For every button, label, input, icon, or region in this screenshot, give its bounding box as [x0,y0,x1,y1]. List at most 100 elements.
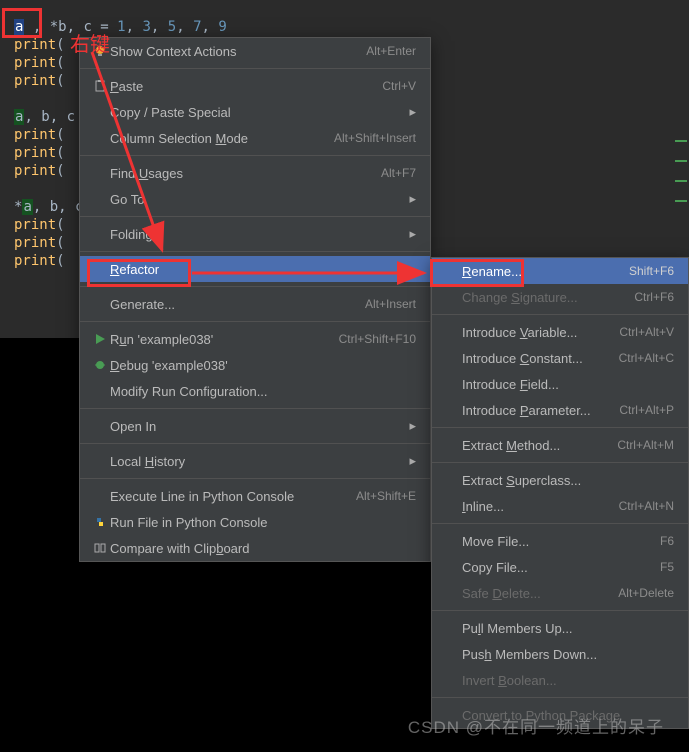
menu-shortcut: Alt+Shift+Insert [334,131,416,145]
refactor-menu-item: Invert Boolean... [432,667,688,693]
menu-separator [80,68,430,69]
menu-shortcut: Ctrl+V [382,79,416,93]
menu-shortcut: Ctrl+Alt+V [619,325,674,339]
menu-separator [432,697,688,698]
menu-shortcut: Shift+F6 [629,264,674,278]
context-menu-item[interactable]: Show Context ActionsAlt+Enter [80,38,430,64]
menu-item-label: Rename... [462,264,629,279]
menu-shortcut: Alt+Delete [618,586,674,600]
menu-item-label: Introduce Field... [462,377,674,392]
menu-shortcut: Alt+F7 [381,166,416,180]
menu-item-label: Extract Superclass... [462,473,674,488]
menu-separator [432,610,688,611]
context-menu-item[interactable]: Local History▸ [80,448,430,474]
py-icon [90,515,110,529]
diff-icon [90,541,110,555]
menu-shortcut: Ctrl+Alt+C [619,351,674,365]
watermark: CSDN @不在同一频道上的呆子 [408,713,664,738]
menu-item-label: Extract Method... [462,438,617,453]
context-menu-item[interactable]: Generate...Alt+Insert [80,291,430,317]
menu-separator [80,251,430,252]
refactor-menu-item[interactable]: Pull Members Up... [432,615,688,641]
menu-item-label: Introduce Constant... [462,351,619,366]
menu-item-label: Paste [110,79,382,94]
context-menu-item[interactable]: Open In▸ [80,413,430,439]
play-icon [90,332,110,346]
menu-item-label: Introduce Parameter... [462,403,619,418]
menu-item-label: Introduce Variable... [462,325,619,340]
refactor-menu-item[interactable]: Extract Superclass... [432,467,688,493]
menu-shortcut: F5 [660,560,674,574]
menu-shortcut: Ctrl+F6 [634,290,674,304]
chevron-right-icon: ▸ [402,453,416,469]
menu-separator [432,427,688,428]
menu-separator [80,408,430,409]
chevron-right-icon: ▸ [402,261,416,277]
menu-item-label: Open In [110,419,402,434]
menu-item-label: Inline... [462,499,619,514]
refactor-menu-item[interactable]: Rename...Shift+F6 [432,258,688,284]
menu-item-label: Run File in Python Console [110,515,416,530]
refactor-menu-item[interactable]: Inline...Ctrl+Alt+N [432,493,688,519]
gutter-markers [675,140,689,220]
menu-separator [432,314,688,315]
menu-shortcut: Alt+Shift+E [356,489,416,503]
refactor-menu-item[interactable]: Introduce Variable...Ctrl+Alt+V [432,319,688,345]
context-menu-item[interactable]: PasteCtrl+V [80,73,430,99]
refactor-submenu: Rename...Shift+F6Change Signature...Ctrl… [431,257,689,729]
menu-shortcut: Ctrl+Shift+F10 [339,332,416,346]
menu-item-label: Folding [110,227,402,242]
menu-item-label: Generate... [110,297,365,312]
annotation-label: 右键 [70,28,110,57]
menu-item-label: Safe Delete... [462,586,618,601]
refactor-menu-item: Change Signature...Ctrl+F6 [432,284,688,310]
menu-item-label: Modify Run Configuration... [110,384,416,399]
menu-item-label: Execute Line in Python Console [110,489,356,504]
context-menu-item[interactable]: Debug 'example038' [80,352,430,378]
menu-item-label: Invert Boolean... [462,673,674,688]
menu-shortcut: Ctrl+Alt+P [619,403,674,417]
menu-item-label: Pull Members Up... [462,621,674,636]
refactor-menu-item[interactable]: Extract Method...Ctrl+Alt+M [432,432,688,458]
menu-separator [80,286,430,287]
context-menu-item[interactable]: Compare with Clipboard [80,535,430,561]
menu-separator [80,321,430,322]
context-menu-item[interactable]: Refactor▸ [80,256,430,282]
context-menu-item[interactable]: Folding▸ [80,221,430,247]
context-menu-item[interactable]: Copy / Paste Special▸ [80,99,430,125]
menu-item-label: Run 'example038' [110,332,339,347]
refactor-menu-item[interactable]: Introduce Parameter...Ctrl+Alt+P [432,397,688,423]
refactor-menu-item[interactable]: Move File...F6 [432,528,688,554]
menu-item-label: Local History [110,454,402,469]
refactor-menu-item[interactable]: Copy File...F5 [432,554,688,580]
context-menu-item[interactable]: Modify Run Configuration... [80,378,430,404]
menu-shortcut: Alt+Enter [366,44,416,58]
refactor-menu-item[interactable]: Introduce Constant...Ctrl+Alt+C [432,345,688,371]
chevron-right-icon: ▸ [402,226,416,242]
context-menu-item[interactable]: Go To▸ [80,186,430,212]
menu-shortcut: F6 [660,534,674,548]
menu-item-label: Copy / Paste Special [110,105,402,120]
menu-item-label: Copy File... [462,560,660,575]
menu-item-label: Show Context Actions [110,44,366,59]
menu-item-label: Refactor [110,262,402,277]
context-menu-item[interactable]: Column Selection ModeAlt+Shift+Insert [80,125,430,151]
menu-separator [80,478,430,479]
context-menu-item[interactable]: Execute Line in Python ConsoleAlt+Shift+… [80,483,430,509]
menu-shortcut: Ctrl+Alt+M [617,438,674,452]
chevron-right-icon: ▸ [402,191,416,207]
context-menu-item[interactable]: Run File in Python Console [80,509,430,535]
context-menu-item[interactable]: Find UsagesAlt+F7 [80,160,430,186]
bug-icon [90,358,110,372]
menu-separator [432,523,688,524]
menu-item-label: Column Selection Mode [110,131,334,146]
refactor-menu-item[interactable]: Push Members Down... [432,641,688,667]
context-menu-item[interactable]: Run 'example038'Ctrl+Shift+F10 [80,326,430,352]
refactor-menu-item: Safe Delete...Alt+Delete [432,580,688,606]
menu-separator [80,216,430,217]
menu-separator [432,462,688,463]
menu-item-label: Move File... [462,534,660,549]
refactor-menu-item[interactable]: Introduce Field... [432,371,688,397]
menu-item-label: Find Usages [110,166,381,181]
paste-icon [90,79,110,93]
